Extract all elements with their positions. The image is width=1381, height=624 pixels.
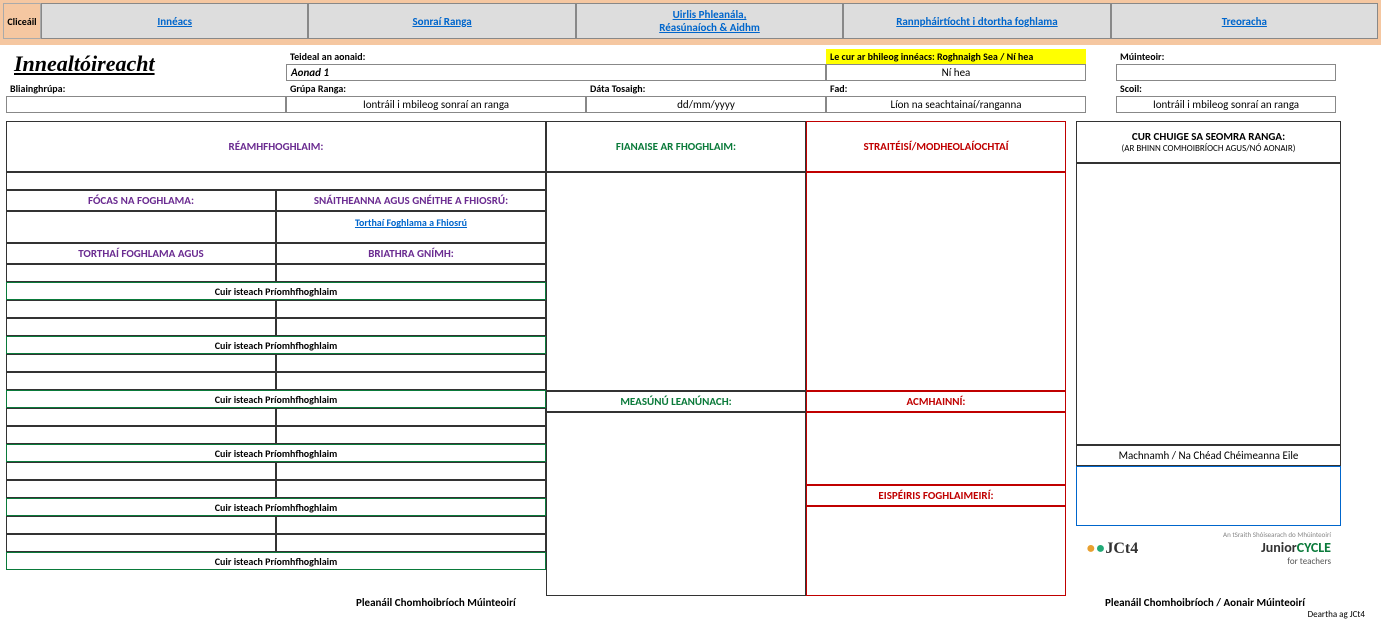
footer-right: Pleanáil Chomhoibríoch / Aonair Múinteoi… — [1105, 596, 1305, 609]
row[interactable] — [6, 300, 276, 318]
outcomes-header: TORTHAÍ FOGHLAMA AGUS — [6, 243, 276, 264]
reflection-box[interactable] — [1076, 466, 1341, 526]
start-date-label: Dáta Tosaigh: — [586, 81, 826, 96]
row[interactable] — [276, 534, 546, 552]
year-group-value[interactable] — [6, 96, 286, 113]
evidence-header: FIANAISE AR FHOGHLAIM: — [546, 121, 806, 172]
class-group-label: Grúpa Ranga: — [286, 81, 586, 96]
approach-header: CUR CHUIGE SA SEOMRA RANGA: (AR BHINN CO… — [1076, 121, 1341, 163]
reflection-header: Machnamh / Na Chéad Chéimeanna Eile — [1076, 445, 1341, 466]
duration-value[interactable]: Líon na seachtainaí/ranganna — [826, 96, 1086, 113]
tab-index[interactable]: Innéacs — [41, 3, 308, 39]
teacher-label: Múinteoir: — [1116, 49, 1336, 64]
index-prompt: Le cur ar bhileog innéacs: Roghnaigh Sea… — [826, 49, 1086, 64]
row[interactable] — [6, 534, 276, 552]
focus-header: FÓCAS NA FOGHLAMA: — [6, 190, 276, 211]
strands-header: SNÁITHEANNA AGUS GNÉITHE A FHIOSRÚ: — [276, 190, 546, 211]
row[interactable] — [276, 516, 546, 534]
key-learning-6[interactable]: Cuir isteach Príomhfhoghlaim — [6, 552, 546, 570]
row[interactable] — [6, 480, 276, 498]
row[interactable] — [276, 372, 546, 390]
row[interactable] — [6, 426, 276, 444]
tab-class-details[interactable]: Sonraí Ranga — [308, 3, 575, 39]
unit-title-value[interactable]: Aonad 1 — [286, 64, 826, 81]
row[interactable] — [276, 318, 546, 336]
school-value[interactable]: Iontráil i mbileog sonraí an ranga — [1116, 96, 1336, 113]
approach-box[interactable] — [1076, 163, 1341, 445]
index-value[interactable]: Ní hea — [826, 64, 1086, 81]
row[interactable] — [276, 408, 546, 426]
row[interactable] — [6, 372, 276, 390]
row[interactable] — [276, 426, 546, 444]
key-learning-4[interactable]: Cuir isteach Príomhfhoghlaim — [6, 444, 546, 462]
outcomes-link-cell[interactable]: Torthaí Foghlama a Fhiosrú — [276, 211, 546, 243]
start-date-value[interactable]: dd/mm/yyyy — [586, 96, 826, 113]
experiences-box[interactable] — [806, 506, 1066, 596]
strategies-box[interactable] — [806, 172, 1066, 391]
row[interactable] — [6, 516, 276, 534]
row[interactable] — [6, 318, 276, 336]
verb-row[interactable] — [276, 264, 546, 282]
key-learning-3[interactable]: Cuir isteach Príomhfhoghlaim — [6, 390, 546, 408]
key-learning-1[interactable]: Cuir isteach Príomhfhoghlaim — [6, 282, 546, 300]
ongoing-assessment-header: MEASÚNÚ LEANÚNACH: — [546, 391, 806, 412]
tab-instructions[interactable]: Treoracha — [1111, 3, 1378, 39]
key-learning-2[interactable]: Cuir isteach Príomhfhoghlaim — [6, 336, 546, 354]
strategies-header: STRAITÉISÍ/MODHEOLAÍOCHTAÍ — [806, 121, 1066, 172]
key-learning-5[interactable]: Cuir isteach Príomhfhoghlaim — [6, 498, 546, 516]
tab-planning-tool[interactable]: Uirlis Phleanála,Réasúnaíoch & Aidhm — [576, 3, 843, 39]
evidence-box[interactable] — [546, 172, 806, 391]
prior-learning-header: RÉAMHFHOGHLAIM: — [6, 121, 546, 172]
resources-header: ACMHAINNÍ: — [806, 391, 1066, 412]
teacher-value[interactable] — [1116, 64, 1336, 81]
class-group-value[interactable]: Iontráil i mbileog sonraí an ranga — [286, 96, 586, 113]
school-label: Scoil: — [1116, 81, 1336, 96]
row[interactable] — [276, 300, 546, 318]
row[interactable] — [6, 408, 276, 426]
row[interactable] — [276, 354, 546, 372]
ongoing-assessment-box[interactable] — [546, 412, 806, 596]
footer-left: Pleanáil Chomhoibríoch Múinteoirí — [356, 596, 516, 609]
row[interactable] — [6, 462, 276, 480]
jct4-logo: ●●JCt4 — [1086, 540, 1138, 558]
year-group-label: Bliainghrúpa: — [6, 81, 286, 96]
tab-participation[interactable]: Rannpháirtíocht i dtortha foghlama — [843, 3, 1110, 39]
prior-learning-row[interactable] — [6, 172, 546, 190]
subject-title: Innealtóireacht — [6, 49, 286, 81]
experiences-header: EISPÉIRIS FOGHLAIMEIRÍ: — [806, 485, 1066, 506]
duration-label: Fad: — [826, 81, 1086, 96]
row[interactable] — [276, 480, 546, 498]
credit: Deartha ag JCt4 — [6, 609, 1375, 620]
outcome-row[interactable] — [6, 264, 276, 282]
resources-box[interactable] — [806, 412, 1066, 485]
verbs-header: BRIATHRA GNÍMH: — [276, 243, 546, 264]
focus-cell[interactable] — [6, 211, 276, 243]
row[interactable] — [6, 354, 276, 372]
junior-cycle-logo: An tSraith Shóisearach do Mhúinteoirí Ju… — [1223, 530, 1331, 567]
click-label: Cliceáil — [3, 3, 41, 39]
unit-title-label: Teideal an aonaid: — [286, 49, 826, 64]
row[interactable] — [276, 462, 546, 480]
